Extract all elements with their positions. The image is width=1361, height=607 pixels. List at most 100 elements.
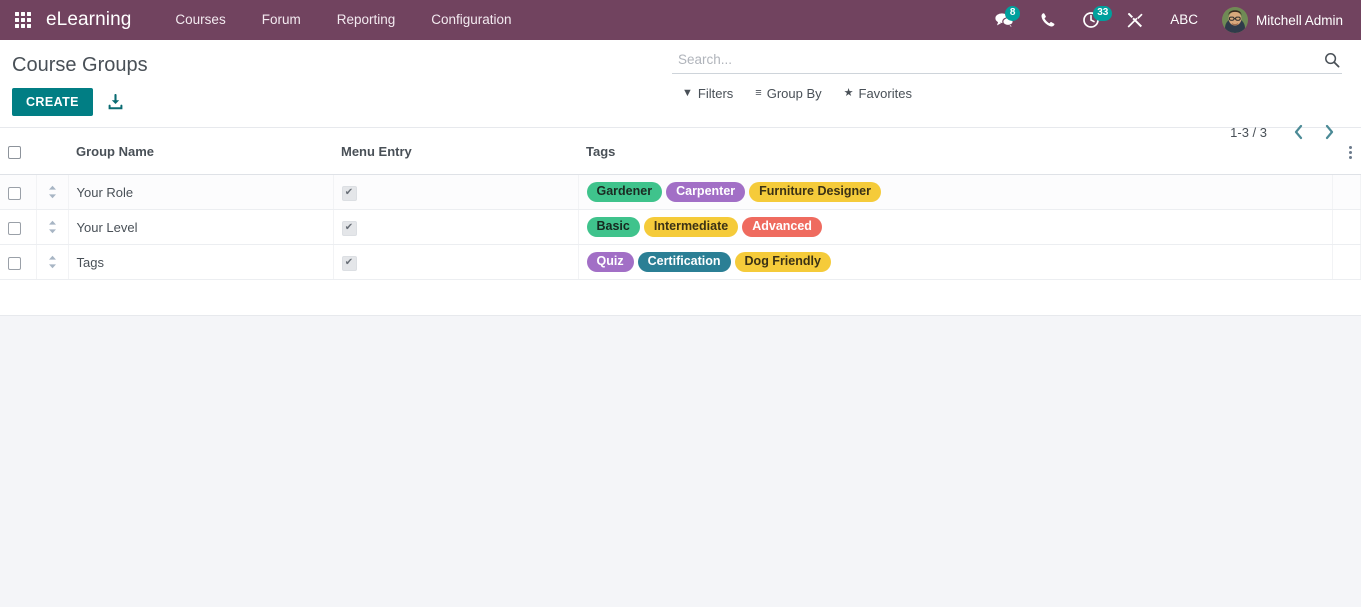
tag-item[interactable]: Certification — [637, 252, 731, 272]
tag-item[interactable]: Intermediate — [643, 217, 739, 237]
search-button[interactable] — [1322, 52, 1342, 68]
filter-funnel-icon: ▼ — [682, 87, 693, 99]
cell-menu-entry[interactable]: ✔ — [333, 209, 579, 245]
filters-dropdown[interactable]: ▼ Filters — [682, 86, 733, 101]
row-select-cell — [0, 174, 37, 210]
column-header-menu-entry[interactable]: Menu Entry — [333, 128, 578, 175]
username-label: Mitchell Admin — [1255, 12, 1343, 28]
avatar — [1221, 7, 1248, 33]
row-select-cell — [0, 244, 37, 280]
debug-mode-label[interactable]: ABC — [1156, 0, 1212, 40]
tag-list: Gardener Carpenter Furniture Designer — [586, 182, 1325, 202]
cell-tags[interactable]: Basic Intermediate Advanced — [578, 209, 1333, 245]
cell-group-name[interactable]: Tags — [68, 244, 334, 280]
tag-item[interactable]: Furniture Designer — [749, 182, 881, 202]
row-handle-cell — [36, 174, 69, 210]
control-panel-buttons: CREATE — [12, 88, 148, 116]
row-checkbox[interactable] — [8, 221, 21, 235]
apps-menu-button[interactable] — [0, 0, 46, 40]
nav-item-courses[interactable]: Courses — [157, 0, 243, 40]
search-icon — [1325, 52, 1340, 67]
chevron-left-icon — [1294, 124, 1303, 140]
nav-item-forum[interactable]: Forum — [244, 0, 319, 40]
page-background — [0, 316, 1361, 576]
wrench-tools-icon — [1127, 12, 1143, 28]
nav-item-configuration[interactable]: Configuration — [413, 0, 529, 40]
drag-handle-icon[interactable] — [45, 255, 60, 269]
phone-button[interactable] — [1027, 0, 1069, 40]
cell-menu-entry[interactable]: ✔ — [333, 244, 579, 280]
user-menu-button[interactable]: Mitchell Admin — [1212, 0, 1351, 40]
header-row: Group Name Menu Entry Tags — [0, 128, 1361, 175]
activities-button[interactable]: 33 — [1069, 0, 1113, 40]
tag-item[interactable]: Gardener — [586, 182, 663, 202]
search-bar[interactable] — [672, 50, 1342, 74]
column-header-tags[interactable]: Tags — [578, 128, 1333, 175]
row-select-cell — [0, 209, 37, 245]
nav-item-reporting[interactable]: Reporting — [319, 0, 414, 40]
table-row[interactable]: Tags ✔ Quiz Certification Dog Friendly — [0, 244, 1361, 280]
menu-entry-checkbox-checked: ✔ — [341, 185, 357, 201]
filters-label: Filters — [697, 86, 734, 101]
favorites-dropdown[interactable]: ★ Favorites — [844, 86, 912, 101]
course-groups-table: Group Name Menu Entry Tags Your Role ✔ G… — [0, 128, 1361, 280]
activities-counter: 33 — [1093, 6, 1113, 21]
import-download-icon — [108, 93, 123, 109]
phone-icon — [1041, 13, 1055, 27]
search-panel: ▼ Filters ≡ Group By ★ Favorites — [672, 50, 1342, 101]
control-panel: Course Groups CREATE Search... ▼ Filters… — [0, 40, 1361, 140]
select-all-checkbox[interactable] — [8, 145, 21, 159]
app-brand-elearning[interactable]: eLearning — [46, 9, 157, 31]
search-options: ▼ Filters ≡ Group By ★ Favorites — [672, 86, 1342, 101]
favorites-star-icon: ★ — [843, 87, 854, 99]
page-title: Course Groups — [12, 54, 148, 76]
group-by-label: Group By — [766, 86, 822, 101]
tag-item[interactable]: Dog Friendly — [734, 252, 831, 272]
messages-button[interactable]: 8 — [981, 0, 1027, 40]
search-input[interactable] — [672, 50, 1322, 69]
tag-list: Quiz Certification Dog Friendly — [586, 252, 1325, 272]
favorites-label: Favorites — [858, 86, 912, 101]
list-view: Group Name Menu Entry Tags Your Role ✔ G… — [0, 128, 1361, 316]
create-button[interactable]: CREATE — [12, 88, 93, 116]
drag-handle-icon[interactable] — [45, 220, 60, 234]
table-body: Your Role ✔ Gardener Carpenter Furniture… — [0, 174, 1361, 280]
cell-group-name[interactable]: Your Level — [68, 209, 334, 245]
developer-tools-button[interactable] — [1113, 0, 1156, 40]
tag-item[interactable]: Carpenter — [666, 182, 746, 202]
row-checkbox[interactable] — [8, 256, 21, 270]
row-optional-cell — [1332, 174, 1361, 210]
vertical-dots-icon[interactable] — [1341, 140, 1360, 165]
row-optional-cell — [1332, 244, 1361, 280]
pager-next-button[interactable] — [1316, 122, 1343, 142]
pager: 1-3 / 3 — [1230, 122, 1343, 142]
menu-entry-checkbox-checked: ✔ — [341, 220, 357, 236]
import-records-button[interactable] — [103, 92, 128, 113]
menu-entry-checkbox-checked: ✔ — [341, 255, 357, 271]
table-row[interactable]: Your Role ✔ Gardener Carpenter Furniture… — [0, 174, 1361, 210]
row-checkbox[interactable] — [8, 186, 21, 200]
pager-previous-button[interactable] — [1285, 122, 1312, 142]
row-handle-cell — [36, 209, 69, 245]
apps-grid-icon — [15, 12, 31, 28]
systray: 8 33 ABC Mitchell Admin — [981, 0, 1361, 40]
column-header-group-name[interactable]: Group Name — [68, 128, 333, 175]
group-by-lines-icon: ≡ — [755, 87, 762, 99]
top-navbar: eLearning Courses Forum Reporting Config… — [0, 0, 1361, 40]
tag-item[interactable]: Quiz — [586, 252, 634, 272]
list-empty-filler — [0, 280, 1361, 316]
pager-count[interactable]: 1-3 / 3 — [1230, 125, 1267, 140]
messages-counter: 8 — [1005, 6, 1021, 21]
row-optional-cell — [1332, 209, 1361, 245]
group-by-dropdown[interactable]: ≡ Group By — [755, 86, 821, 101]
cell-tags[interactable]: Gardener Carpenter Furniture Designer — [578, 174, 1333, 210]
cell-tags[interactable]: Quiz Certification Dog Friendly — [578, 244, 1333, 280]
drag-handle-icon[interactable] — [45, 185, 60, 199]
tag-item[interactable]: Basic — [586, 217, 640, 237]
select-all-header — [0, 128, 36, 175]
tag-item[interactable]: Advanced — [742, 217, 822, 237]
table-row[interactable]: Your Level ✔ Basic Intermediate Advanced — [0, 209, 1361, 245]
cell-menu-entry[interactable]: ✔ — [333, 174, 579, 210]
row-handle-cell — [36, 244, 69, 280]
cell-group-name[interactable]: Your Role — [68, 174, 334, 210]
